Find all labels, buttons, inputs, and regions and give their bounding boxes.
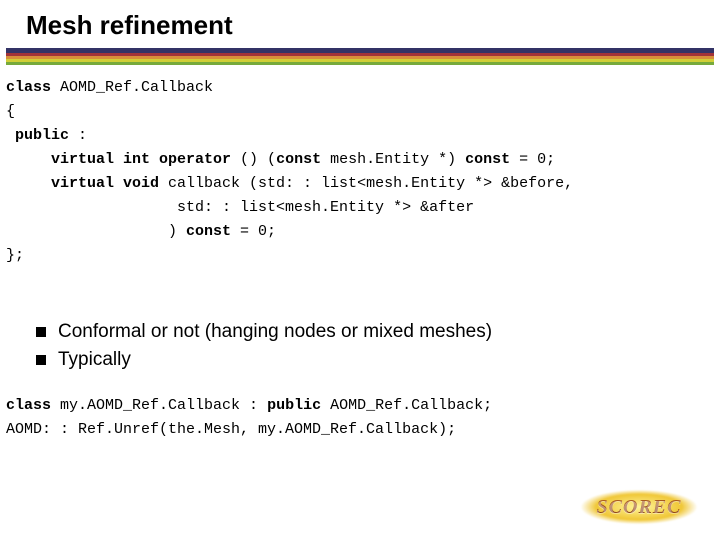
page-title: Mesh refinement xyxy=(26,10,233,41)
slide: Mesh refinement class AOMD_Ref.Callback … xyxy=(0,0,720,540)
code-text: = 0; xyxy=(231,223,276,240)
bullet-text: Conformal or not (hanging nodes or mixed… xyxy=(58,318,492,346)
code-text: AOMD_Ref.Callback xyxy=(51,79,213,96)
code-text: callback (std: : list<mesh.Entity *> &be… xyxy=(159,175,573,192)
kw-class: class xyxy=(6,79,51,96)
logo-scorec: SCOREC xyxy=(574,486,704,528)
code-block-1: class AOMD_Ref.Callback { public : virtu… xyxy=(6,76,573,268)
code-text: my.AOMD_Ref.Callback : xyxy=(51,397,267,414)
list-item: Conformal or not (hanging nodes or mixed… xyxy=(36,318,492,346)
code-text: AOMD_Ref.Callback; xyxy=(321,397,492,414)
bullet-square-icon xyxy=(36,327,46,337)
kw-virtual-void: virtual void xyxy=(6,175,159,192)
title-underline xyxy=(6,48,714,65)
kw-const: const xyxy=(465,151,510,168)
bullet-list: Conformal or not (hanging nodes or mixed… xyxy=(36,318,492,374)
code-text: () ( xyxy=(240,151,276,168)
bullet-square-icon xyxy=(36,355,46,365)
kw-public: public xyxy=(267,397,321,414)
code-block-2: class my.AOMD_Ref.Callback : public AOMD… xyxy=(6,394,492,442)
code-text: = 0; xyxy=(510,151,555,168)
code-text: AOMD: : Ref.Unref(the.Mesh, my.AOMD_Ref.… xyxy=(6,421,456,438)
code-text: }; xyxy=(6,247,24,264)
bullet-text: Typically xyxy=(58,346,131,374)
kw-public: public xyxy=(6,127,69,144)
kw-const: const xyxy=(186,223,231,240)
code-text: ) xyxy=(6,223,186,240)
kw-const: const xyxy=(276,151,321,168)
code-text: { xyxy=(6,103,15,120)
kw-class: class xyxy=(6,397,51,414)
code-text: mesh.Entity *) xyxy=(321,151,465,168)
code-text: : xyxy=(69,127,87,144)
logo-text: SCOREC xyxy=(574,486,704,528)
kw-virtual-int-operator: virtual int operator xyxy=(6,151,240,168)
underline-green xyxy=(6,62,714,65)
list-item: Typically xyxy=(36,346,492,374)
code-text: std: : list<mesh.Entity *> &after xyxy=(6,199,474,216)
